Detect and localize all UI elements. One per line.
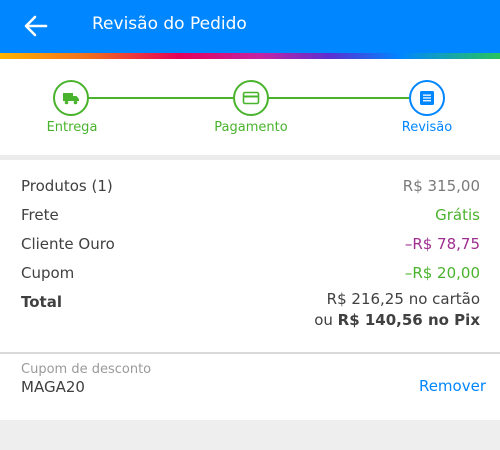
total-card-amount: R$ 216,25 <box>326 290 404 308</box>
total-card-suffix: no cartão <box>408 290 480 308</box>
coupon-code: MAGA20 <box>21 378 85 396</box>
checkout-stepper: Entrega Pagamento Revisão <box>0 59 500 155</box>
app-bar: Revisão do Pedido <box>0 0 500 53</box>
step-connector <box>88 97 233 99</box>
remove-coupon-button[interactable]: Remover <box>419 377 486 395</box>
order-summary: Produtos (1) R$ 315,00 Frete Grátis Clie… <box>0 160 500 350</box>
total-label: Total <box>21 293 62 311</box>
step-label-revisao: Revisão <box>401 120 453 135</box>
products-label: Produtos (1) <box>21 177 113 195</box>
summary-row-gold-client: Cliente Ouro –R$ 78,75 <box>21 231 480 257</box>
total-pix-amount: R$ 140,56 no Pix <box>337 311 480 329</box>
coupon-discount-value: –R$ 20,00 <box>404 264 480 282</box>
step-label-pagamento: Pagamento <box>214 120 288 135</box>
total-pix-line: ou R$ 140,56 no Pix <box>314 310 480 331</box>
coupon-discount-label: Cupom <box>21 264 75 282</box>
total-card-line: R$ 216,25 no cartão <box>314 289 480 310</box>
coupon-field: Cupom de desconto MAGA20 Remover <box>0 354 500 420</box>
step-pagamento[interactable] <box>233 80 269 116</box>
total-value: R$ 216,25 no cartão ou R$ 140,56 no Pix <box>314 289 480 331</box>
products-value: R$ 315,00 <box>402 177 480 195</box>
summary-row-coupon: Cupom –R$ 20,00 <box>21 260 480 286</box>
summary-row-shipping: Frete Grátis <box>21 202 480 228</box>
shipping-value: Grátis <box>435 206 480 224</box>
gold-client-discount: –R$ 78,75 <box>404 235 480 253</box>
bottom-section-band <box>0 420 500 450</box>
step-connector <box>268 97 409 99</box>
coupon-field-label: Cupom de desconto <box>21 362 152 377</box>
arrow-left-icon[interactable] <box>20 10 52 42</box>
document-icon <box>420 91 434 105</box>
page-title: Revisão do Pedido <box>92 14 247 34</box>
step-revisao[interactable] <box>409 80 445 116</box>
truck-icon <box>63 93 79 105</box>
step-label-entrega: Entrega <box>46 120 98 135</box>
gold-client-label: Cliente Ouro <box>21 235 115 253</box>
step-entrega[interactable] <box>53 80 89 116</box>
card-icon <box>242 91 260 105</box>
shipping-label: Frete <box>21 206 59 224</box>
summary-row-total: Total R$ 216,25 no cartão ou R$ 140,56 n… <box>21 289 480 329</box>
total-pix-prefix: ou <box>314 311 333 329</box>
summary-row-products: Produtos (1) R$ 315,00 <box>21 173 480 199</box>
